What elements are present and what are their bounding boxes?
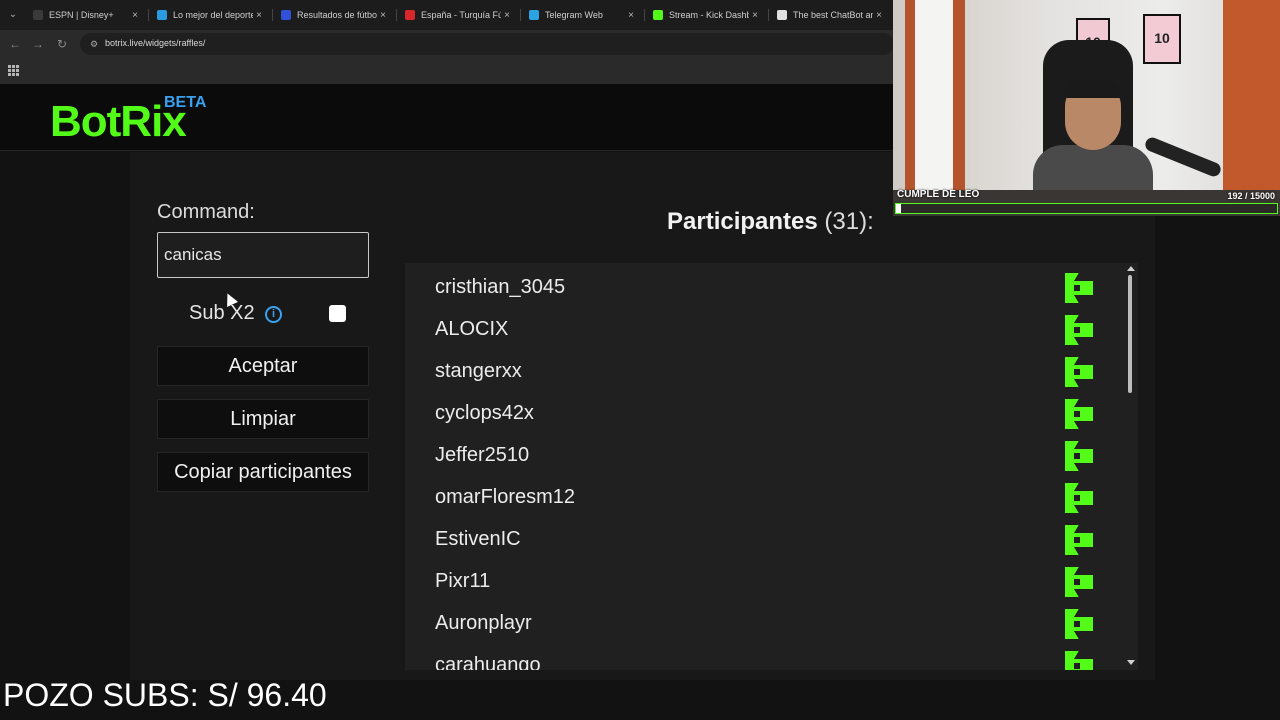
participant-name: Jeffer2510 (435, 444, 530, 466)
reload-icon[interactable]: ↻ (53, 35, 71, 53)
tab-label: España - Turquía Fútb (421, 10, 501, 20)
participant-name: ALOCIX (435, 318, 509, 340)
apps-grid-icon[interactable] (8, 65, 19, 76)
list-item: omarFloresm12 (435, 476, 1105, 518)
participant-name: Auronplayr (435, 612, 532, 634)
close-icon[interactable]: × (253, 10, 265, 21)
kick-icon (1065, 441, 1093, 471)
tab-label: Telegram Web (545, 10, 603, 20)
kick-icon (1065, 399, 1093, 429)
list-item: stangerxx (435, 350, 1105, 392)
participants-count: (31): (824, 208, 874, 235)
scroll-thumb[interactable] (1128, 275, 1132, 393)
tab-favicon-icon (157, 10, 167, 20)
tab-label: The best ChatBot an (793, 10, 873, 20)
tab-favicon-icon (281, 10, 291, 20)
scroll-up-arrow-icon[interactable] (1127, 266, 1135, 271)
participant-name: carahuango (435, 654, 541, 670)
tab-label: Resultados de fútbol (297, 10, 377, 20)
kick-icon (1065, 525, 1093, 555)
clear-button[interactable]: Limpiar (157, 399, 369, 439)
participant-name: cyclops42x (435, 402, 534, 424)
goal-caption: CUMPLE DE LEO (897, 189, 980, 200)
subx2-checkbox[interactable] (329, 305, 346, 322)
browser-tab[interactable]: Resultados de fútbol × (273, 4, 393, 26)
url-field[interactable]: ⚙ botrix.live/widgets/raffles/ (80, 33, 894, 55)
accept-button[interactable]: Aceptar (157, 346, 369, 386)
list-item: ALOCIX (435, 308, 1105, 350)
participants-title: Participantes (667, 208, 818, 235)
browser-tab[interactable]: The best ChatBot an × (769, 4, 889, 26)
tab-search-chevron-icon[interactable]: ⌄ (4, 6, 22, 24)
browser-tab[interactable]: España - Turquía Fútb × (397, 4, 517, 26)
kick-icon (1065, 273, 1093, 303)
tab-label: ESPN | Disney+ (49, 10, 114, 20)
poster-number: 10 (1154, 30, 1170, 46)
participant-name: stangerxx (435, 360, 522, 382)
tab-favicon-icon (33, 10, 43, 20)
tab-label: Stream - Kick Dashbo (669, 10, 749, 20)
subx2-label: Sub X2 (189, 302, 255, 324)
site-info-icon[interactable]: ⚙ (88, 38, 100, 50)
tab-favicon-icon (777, 10, 787, 20)
webcam-door-inner (915, 0, 953, 190)
participant-name: EstivenIC (435, 528, 521, 550)
close-icon[interactable]: × (749, 10, 761, 21)
list-item: carahuango (435, 644, 1105, 670)
tab-label: Lo mejor del deporte (173, 10, 253, 20)
kick-icon (1065, 651, 1093, 670)
browser-tab[interactable]: ESPN | Disney+ × (25, 4, 145, 26)
pozo-subs-overlay: POZO SUBS: S/ 96.40 (3, 677, 327, 713)
goal-progress-fill (896, 204, 901, 213)
kick-icon (1065, 483, 1093, 513)
close-icon[interactable]: × (129, 10, 141, 21)
back-arrow-icon[interactable]: ← (6, 35, 24, 53)
close-icon[interactable]: × (625, 10, 637, 21)
list-item: cristhian_3045 (435, 266, 1105, 308)
webcam-overlay: 10 10 CUMPLE DE LEO 192 / 15000 (893, 0, 1280, 216)
list-item: cyclops42x (435, 392, 1105, 434)
close-icon[interactable]: × (501, 10, 513, 21)
info-icon[interactable]: i (265, 306, 282, 323)
command-label: Command: (157, 201, 255, 223)
webcam-door (1223, 0, 1280, 190)
tab-favicon-icon (653, 10, 663, 20)
goal-progress-text: 192 / 15000 (1227, 191, 1275, 201)
command-input[interactable] (157, 232, 369, 278)
tab-favicon-icon (405, 10, 415, 20)
beta-badge: BETA (164, 94, 207, 111)
goal-progress-bar: 192 / 15000 (895, 191, 1278, 214)
webcam-goal-bar: CUMPLE DE LEO 192 / 15000 (893, 188, 1280, 216)
kick-icon (1065, 609, 1093, 639)
list-item: Pixr11 (435, 560, 1105, 602)
forward-arrow-icon[interactable]: → (29, 35, 47, 53)
list-item: EstivenIC (435, 518, 1105, 560)
scroll-down-arrow-icon[interactable] (1127, 660, 1135, 665)
browser-tab[interactable]: Stream - Kick Dashbo × (645, 4, 765, 26)
webcam-person-hair (1065, 80, 1121, 98)
kick-icon (1065, 567, 1093, 597)
list-item: Auronplayr (435, 602, 1105, 644)
browser-tab[interactable]: Lo mejor del deporte × (149, 4, 269, 26)
copy-participants-button[interactable]: Copiar participantes (157, 452, 369, 492)
close-icon[interactable]: × (873, 10, 885, 21)
participant-name: cristhian_3045 (435, 276, 566, 298)
tab-favicon-icon (529, 10, 539, 20)
kick-icon (1065, 315, 1093, 345)
url-text: botrix.live/widgets/raffles/ (105, 38, 206, 48)
browser-tab[interactable]: Telegram Web × (521, 4, 641, 26)
participant-name: Pixr11 (435, 570, 491, 592)
participant-name: omarFloresm12 (435, 486, 576, 508)
participants-list[interactable]: cristhian_3045 ALOCIX stangerxx cyclops4… (405, 263, 1138, 670)
participants-heading: Participantes (31): (667, 208, 874, 236)
participants-scrollbar[interactable] (1123, 263, 1138, 670)
webcam-poster: 10 (1143, 14, 1181, 64)
close-icon[interactable]: × (377, 10, 389, 21)
list-item: Jeffer2510 (435, 434, 1105, 476)
kick-icon (1065, 357, 1093, 387)
